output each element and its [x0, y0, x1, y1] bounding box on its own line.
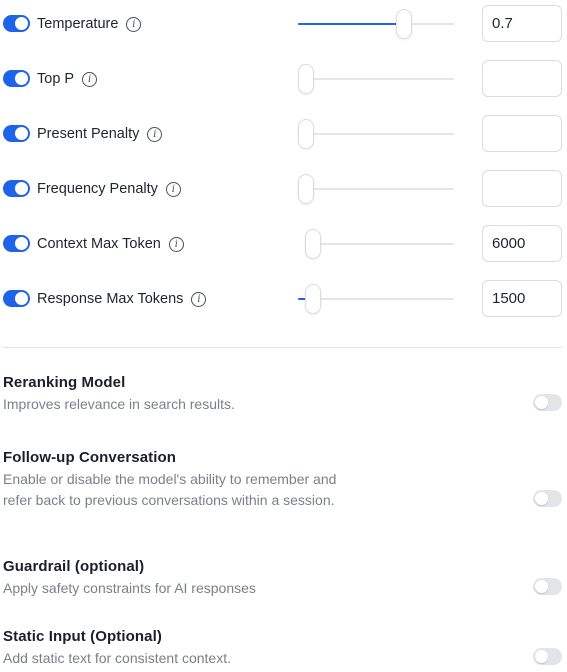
frequency-penalty-toggle[interactable] [3, 180, 30, 197]
parameter-row-frequency-penalty: Frequency Penalty i [0, 170, 567, 208]
temperature-label: Temperature [37, 16, 119, 32]
present-penalty-slider[interactable] [298, 115, 454, 153]
slider-thumb[interactable] [298, 119, 314, 149]
temperature-toggle[interactable] [3, 15, 30, 32]
parameter-row-top-p: Top P i [0, 60, 567, 98]
slider-thumb[interactable] [305, 284, 321, 314]
response-max-tokens-slider[interactable] [298, 280, 454, 318]
reranking-model-toggle[interactable] [533, 394, 562, 411]
top-p-label: Top P [37, 71, 75, 87]
setting-static-input: Static Input (Optional) Add static text … [3, 627, 563, 669]
context-max-token-toggle[interactable] [3, 235, 30, 252]
follow-up-conversation-toggle[interactable] [533, 490, 562, 507]
parameter-row-present-penalty: Present Penalty i [0, 115, 567, 153]
setting-follow-up-conversation: Follow-up Conversation Enable or disable… [3, 448, 563, 511]
section-divider [3, 347, 562, 348]
present-penalty-input[interactable] [482, 115, 562, 152]
frequency-penalty-input[interactable] [482, 170, 562, 207]
slider-thumb[interactable] [396, 9, 412, 39]
info-icon[interactable]: i [147, 126, 163, 142]
parameter-row-response-max-tokens: Response Max Tokens i 1500 [0, 280, 567, 318]
parameter-row-temperature: Temperature i 0.7 [0, 5, 567, 43]
info-icon[interactable]: i [168, 236, 184, 252]
temperature-input[interactable]: 0.7 [482, 5, 562, 42]
top-p-toggle[interactable] [3, 70, 30, 87]
setting-description: Apply safety constraints for AI response… [3, 580, 256, 596]
temperature-slider[interactable] [298, 5, 454, 43]
setting-description: Enable or disable the model's ability to… [3, 471, 337, 508]
response-max-tokens-label: Response Max Tokens [37, 291, 184, 307]
slider-thumb[interactable] [298, 64, 314, 94]
response-max-tokens-input[interactable]: 1500 [482, 280, 562, 317]
top-p-input[interactable] [482, 60, 562, 97]
setting-title: Reranking Model [3, 374, 126, 391]
context-max-token-label: Context Max Token [37, 236, 161, 252]
response-max-tokens-toggle[interactable] [3, 290, 30, 307]
info-icon[interactable]: i [82, 71, 98, 87]
parameter-row-context-max-token: Context Max Token i 6000 [0, 225, 567, 263]
frequency-penalty-label: Frequency Penalty [37, 181, 158, 197]
info-icon[interactable]: i [126, 16, 142, 32]
static-input-toggle[interactable] [533, 648, 562, 665]
slider-thumb[interactable] [305, 229, 321, 259]
setting-title: Guardrail (optional) [3, 558, 145, 575]
frequency-penalty-slider[interactable] [298, 170, 454, 208]
setting-description: Improves relevance in search results. [3, 396, 235, 412]
setting-reranking-model: Reranking Model Improves relevance in se… [3, 373, 563, 415]
context-max-token-slider[interactable] [305, 225, 454, 263]
setting-description: Add static text for consistent context. [3, 650, 231, 666]
info-icon[interactable]: i [165, 181, 181, 197]
setting-title: Static Input (Optional) [3, 628, 162, 645]
present-penalty-toggle[interactable] [3, 125, 30, 142]
guardrail-toggle[interactable] [533, 578, 562, 595]
present-penalty-label: Present Penalty [37, 126, 140, 142]
setting-title: Follow-up Conversation [3, 449, 177, 466]
top-p-slider[interactable] [298, 60, 454, 98]
setting-guardrail: Guardrail (optional) Apply safety constr… [3, 557, 563, 599]
context-max-token-input[interactable]: 6000 [482, 225, 562, 262]
slider-thumb[interactable] [298, 174, 314, 204]
info-icon[interactable]: i [191, 291, 207, 307]
